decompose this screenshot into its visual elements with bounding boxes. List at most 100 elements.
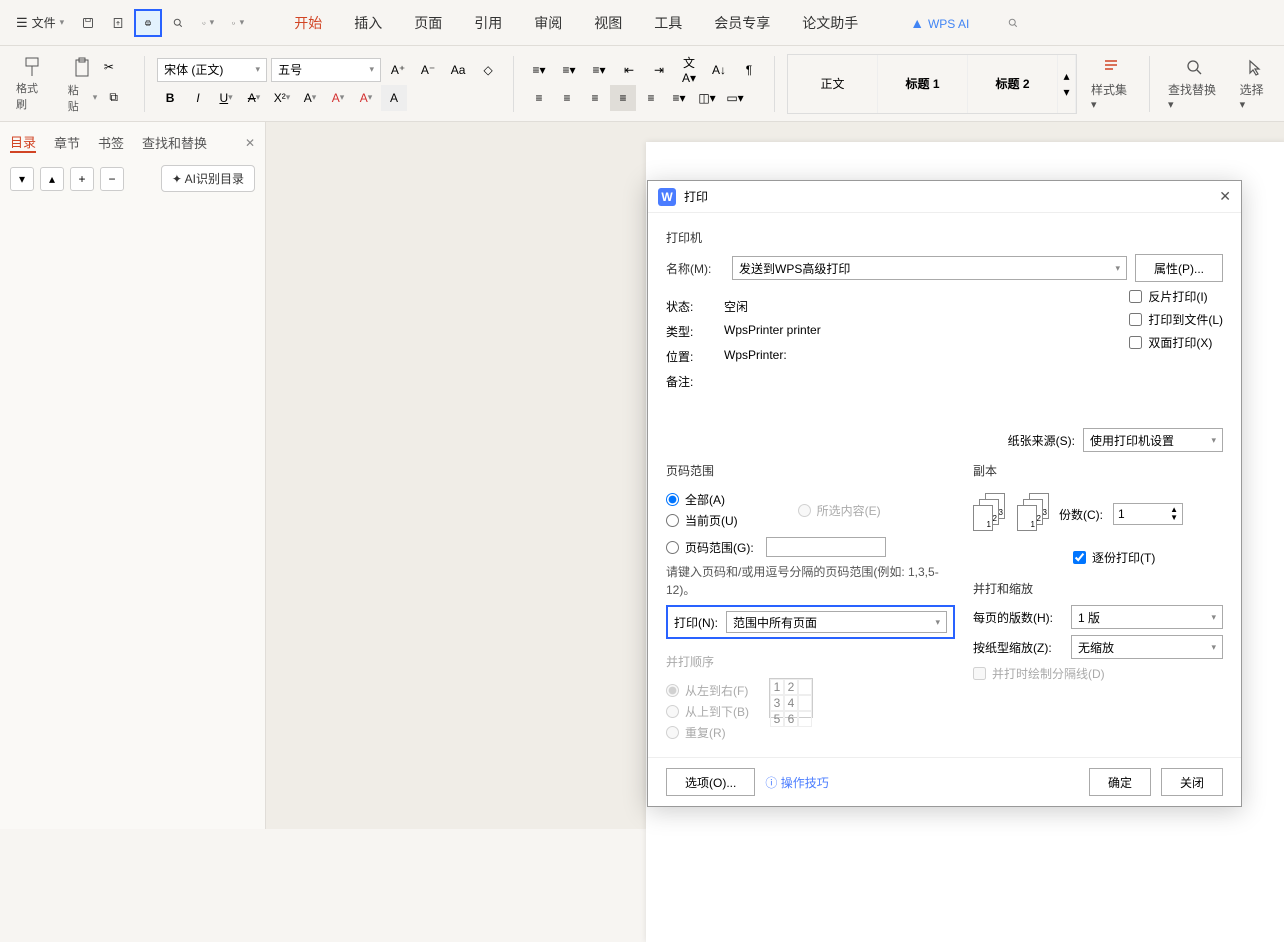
line-spacing-button[interactable]: ≡▾ [666, 85, 692, 111]
char-shading-button[interactable]: A [381, 85, 407, 111]
properties-button[interactable]: 属性(P)... [1135, 254, 1223, 282]
paper-source-select[interactable]: 使用打印机设置 ▾ [1083, 428, 1223, 452]
shading-button[interactable]: ◫▾ [694, 85, 720, 111]
print-preview-button[interactable] [164, 9, 192, 37]
style-heading1[interactable]: 标题 1 [878, 55, 968, 113]
increase-font-button[interactable]: A⁺ [385, 57, 411, 83]
page-range-input[interactable] [766, 537, 886, 557]
per-sheet-value: 1 版 [1078, 609, 1100, 626]
style-set-label: 样式集▾ [1091, 81, 1131, 111]
wps-ai-button[interactable]: ▲ WPS AI [908, 11, 971, 35]
font-select[interactable]: 宋体 (正文)▾ [157, 58, 267, 82]
align-center-button[interactable]: ≡ [554, 85, 580, 111]
tab-review[interactable]: 审阅 [532, 9, 564, 37]
italic-button[interactable]: I [185, 85, 211, 111]
style-heading2[interactable]: 标题 2 [968, 55, 1058, 113]
ai-toc-button[interactable]: ✦ AI识别目录 [161, 165, 255, 192]
text-effect-button[interactable]: A▾ [353, 85, 379, 111]
menu-icon-button[interactable]: ☰ 文件 ▾ [8, 8, 72, 37]
duplex-checkbox[interactable]: 双面打印(X) [1129, 334, 1223, 351]
scale-select[interactable]: 无缩放▾ [1071, 635, 1223, 659]
tab-insert[interactable]: 插入 [352, 9, 384, 37]
paste-label[interactable]: 粘贴 [68, 82, 89, 114]
tab-thesis[interactable]: 论文助手 [800, 9, 860, 37]
close-icon[interactable]: ✕ [245, 136, 255, 150]
copy-button[interactable]: ⧉ [101, 85, 126, 111]
align-left-button[interactable]: ≡ [526, 85, 552, 111]
expand-down-button[interactable]: ▾ [10, 167, 34, 191]
sort-button[interactable]: A↓ [706, 57, 732, 83]
align-right-button[interactable]: ≡ [582, 85, 608, 111]
bullet-list-button[interactable]: ≡▾ [526, 57, 552, 83]
options-button[interactable]: 选项(O)... [666, 768, 755, 796]
chevron-down-icon: ▾ [1211, 435, 1216, 446]
spinner-arrows-icon[interactable]: ▲▼ [1170, 506, 1178, 522]
print-button[interactable] [134, 9, 162, 37]
style-set-group[interactable]: 样式集▾ [1085, 57, 1137, 111]
style-normal[interactable]: 正文 [788, 55, 878, 113]
reverse-print-checkbox[interactable]: 反片打印(I) [1129, 288, 1223, 305]
distribute-button[interactable]: ≡ [638, 85, 664, 111]
tab-page[interactable]: 页面 [412, 9, 444, 37]
range-all-radio[interactable]: 全部(A) [666, 491, 738, 508]
decrease-indent-button[interactable]: ⇤ [616, 57, 642, 83]
close-icon[interactable]: ✕ [1219, 188, 1231, 205]
redo-button[interactable]: ▾ [224, 9, 252, 37]
sidebar-tab-bookmark[interactable]: 书签 [98, 133, 124, 152]
tab-view[interactable]: 视图 [592, 9, 624, 37]
styles-more-button[interactable]: ▴▾ [1058, 55, 1076, 113]
underline-button[interactable]: U▾ [213, 85, 239, 111]
number-list-button[interactable]: ≡▾ [556, 57, 582, 83]
paper-source-value: 使用打印机设置 [1090, 432, 1174, 449]
range-current-radio[interactable]: 当前页(U) [666, 512, 738, 529]
bold-button[interactable]: B [157, 85, 183, 111]
copies-spinner[interactable]: 1▲▼ [1113, 503, 1183, 525]
format-painter-label[interactable]: 格式刷 [16, 80, 48, 112]
styles-gallery[interactable]: 正文 标题 1 标题 2 ▴▾ [787, 54, 1077, 114]
ok-button[interactable]: 确定 [1089, 768, 1151, 796]
search-icon[interactable] [999, 9, 1027, 37]
increase-indent-button[interactable]: ⇥ [646, 57, 672, 83]
decrease-font-button[interactable]: A⁻ [415, 57, 441, 83]
change-case-button[interactable]: Aa [445, 57, 471, 83]
clear-format-button[interactable]: ◇ [475, 57, 501, 83]
highlight-button[interactable]: A▾ [325, 85, 351, 111]
add-button[interactable]: + [70, 167, 94, 191]
range-pages-radio[interactable]: 页码范围(G): [666, 537, 955, 557]
chevron-down-icon: ▾ [1211, 612, 1216, 623]
superscript-button[interactable]: X²▾ [269, 85, 295, 111]
show-marks-button[interactable]: ¶ [736, 57, 762, 83]
scale-title: 并打和缩放 [973, 580, 1223, 597]
tab-tools[interactable]: 工具 [652, 9, 684, 37]
cut-button[interactable]: ✂ [96, 54, 122, 80]
undo-button[interactable]: ▾ [194, 9, 222, 37]
print-to-file-checkbox[interactable]: 打印到文件(L) [1129, 311, 1223, 328]
remove-button[interactable]: − [100, 167, 124, 191]
tab-member[interactable]: 会员专享 [712, 9, 772, 37]
order-ltr-radio: 从左到右(F) [666, 682, 749, 699]
sidebar-tab-toc[interactable]: 目录 [10, 132, 36, 153]
tab-reference[interactable]: 引用 [472, 9, 504, 37]
collate-checkbox[interactable]: 逐份打印(T) [1073, 549, 1223, 566]
select-group[interactable]: 选择▾ [1234, 57, 1274, 111]
align-justify-button[interactable]: ≡ [610, 85, 636, 111]
export-button[interactable] [104, 9, 132, 37]
find-replace-group[interactable]: 查找替换▾ [1162, 57, 1226, 111]
text-direction-button[interactable]: 文A▾ [676, 57, 702, 83]
printer-name-select[interactable]: 发送到WPS高级打印▾ [732, 256, 1127, 280]
font-color-button[interactable]: A▾ [297, 85, 323, 111]
save-button[interactable] [74, 9, 102, 37]
borders-button[interactable]: ▭▾ [722, 85, 748, 111]
strikethrough-button[interactable]: A▾ [241, 85, 267, 111]
sidebar-tab-find[interactable]: 查找和替换 [142, 133, 207, 152]
tips-link[interactable]: ⓘ 操作技巧 [765, 774, 828, 791]
collapse-up-button[interactable]: ▴ [40, 167, 64, 191]
per-sheet-select[interactable]: 1 版 ▾ [1071, 605, 1223, 629]
page-range-section: 页码范围 全部(A) 当前页(U) 所选内容(E) 页码范围(G): 请键入页码… [666, 458, 955, 745]
print-what-select[interactable]: 范围中所有页面▾ [726, 611, 947, 633]
cancel-button[interactable]: 关闭 [1161, 768, 1223, 796]
multilevel-list-button[interactable]: ≡▾ [586, 57, 612, 83]
sidebar-tab-chapter[interactable]: 章节 [54, 133, 80, 152]
tab-home[interactable]: 开始 [292, 9, 324, 37]
font-size-select[interactable]: 五号▾ [271, 58, 381, 82]
